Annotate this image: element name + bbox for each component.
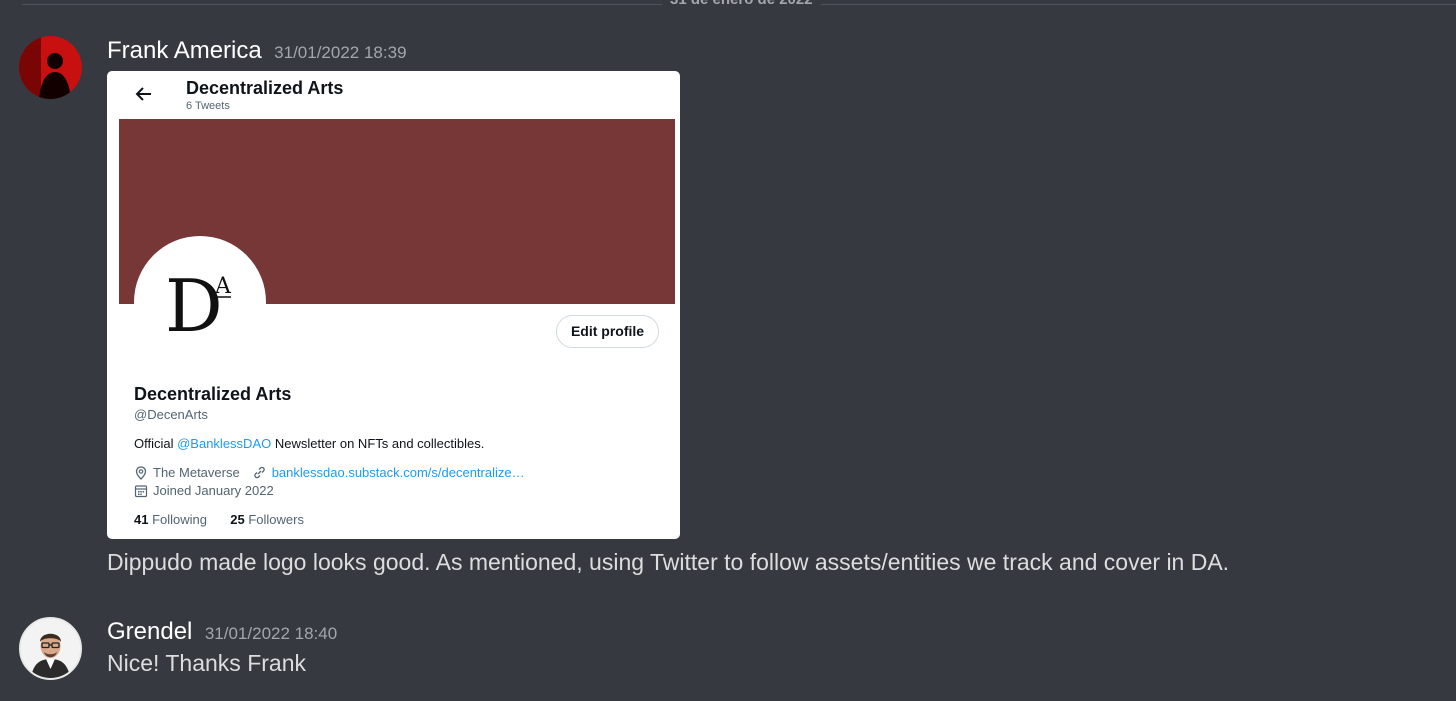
username[interactable]: Grendel [107,618,192,645]
twitter-meta-row: The Metaverse banklessdao.substack.com/s… [134,465,525,480]
edit-profile-button: Edit profile [556,315,659,348]
calendar-icon [134,484,148,497]
twitter-display-name: Decentralized Arts [134,384,292,404]
message-content: Dippudo made logo looks good. As mention… [107,549,1230,575]
bio-prefix: Official [134,436,178,451]
twitter-joined-row: Joined January 2022 [134,483,274,498]
logo-super-letter: A [214,274,232,299]
twitter-joined-date: Joined January 2022 [153,483,274,498]
message-header: Grendel 31/01/2022 18:40 [107,618,337,646]
avatar[interactable] [19,36,82,99]
following-label: Following [152,512,208,527]
twitter-follow-stats: 41 Following 25 Followers [134,512,304,527]
decentralized-arts-logo: D A [165,264,232,339]
link-icon [254,466,265,479]
twitter-website-link: banklessdao.substack.com/s/decentralize… [271,465,525,480]
date-divider-label: 31 de enero de 2022 [662,0,821,8]
twitter-header-title: Decentralized Arts [186,78,344,98]
twitter-location: The Metaverse [153,465,240,480]
location-pin-icon [135,465,147,480]
bio-suffix: Newsletter on NFTs and collectibles. [271,436,485,451]
avatar-image [19,36,82,99]
twitter-profile-image[interactable]: Decentralized Arts 6 Tweets D A Edit pro… [107,71,680,539]
message-content: Nice! Thanks Frank [107,650,306,676]
timestamp: 31/01/2022 18:40 [204,624,338,643]
date-divider: 31 de enero de 2022 [0,0,1456,12]
timestamp: 31/01/2022 18:39 [274,43,407,62]
message-header: Frank America 31/01/2022 18:39 [107,37,407,65]
avatar-image [21,619,80,678]
username[interactable]: Frank America [107,37,262,64]
twitter-tweet-count: 6 Tweets [186,100,230,112]
following-count: 41 [134,512,149,527]
twitter-bio: Official @BanklessDAO Newsletter on NFTs… [134,436,484,451]
twitter-handle: @DecenArts [134,407,208,422]
arrow-left-icon [135,83,153,109]
twitter-avatar: D A [134,236,266,368]
avatar[interactable] [19,617,82,680]
followers-count: 25 [230,512,245,527]
bio-mention: @BanklessDAO [177,436,272,451]
followers-label: Followers [248,512,304,527]
